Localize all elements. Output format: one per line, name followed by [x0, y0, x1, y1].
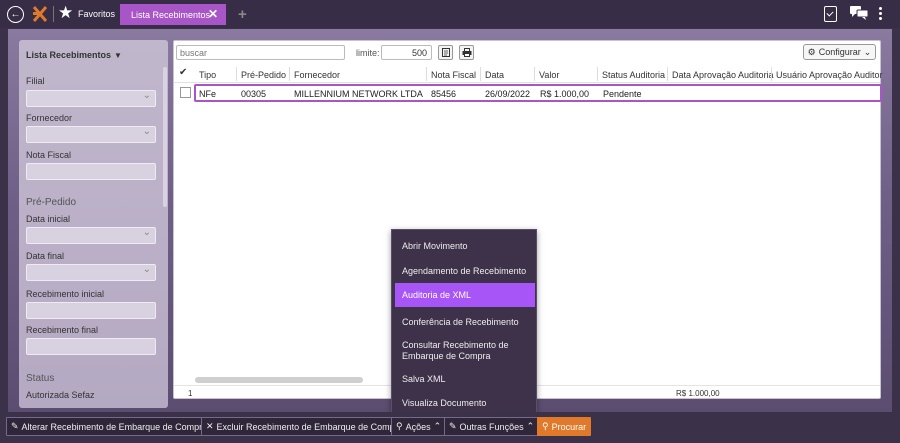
favorites-star-icon[interactable]: ★ — [58, 4, 73, 21]
nota-fiscal-input[interactable] — [26, 163, 156, 180]
valor-total: R$ 1.000,00 — [676, 389, 720, 398]
menu-item-abrir-movimento[interactable]: Abrir Movimento — [395, 235, 535, 257]
col-separator — [534, 67, 535, 81]
chevron-up-icon: ⌃ — [526, 421, 535, 431]
menu-item-agendamento[interactable]: Agendamento de Recebimento — [395, 260, 535, 282]
sidebar-title[interactable]: Lista Recebimentos ▼ — [26, 50, 122, 60]
filial-select[interactable] — [26, 90, 156, 107]
col-data-aprovacao[interactable]: Data Aprovação Auditoria — [672, 70, 774, 80]
filter-sidebar: Lista Recebimentos▼ Filial Fornecedor No… — [19, 40, 168, 408]
data-final-select[interactable] — [26, 264, 156, 281]
export-pdf-button[interactable] — [438, 45, 453, 60]
cell-status: Pendente — [603, 89, 642, 99]
lightbulb-icon: ⚲ — [396, 421, 403, 431]
favorites-menu[interactable]: Favoritos — [78, 9, 115, 19]
clipboard-check-icon[interactable] — [824, 6, 837, 22]
menu-item-consultar-recebimento[interactable]: Consultar Recebimento de Embarque de Com… — [395, 337, 535, 365]
top-separator — [53, 6, 54, 22]
chevron-down-icon: ⌄ — [863, 46, 872, 57]
limit-input[interactable] — [381, 45, 432, 60]
app-logo-icon — [32, 6, 48, 22]
data-final-label: Data final — [26, 251, 65, 261]
col-separator — [480, 67, 481, 81]
back-arrow-icon[interactable]: ← — [7, 6, 24, 23]
tab-close-icon[interactable]: ✕ — [208, 7, 218, 21]
printer-icon — [462, 48, 471, 57]
col-status-auditoria[interactable]: Status Auditoria — [602, 70, 665, 80]
select-all-check-icon[interactable]: ✔ — [179, 67, 187, 78]
col-separator — [667, 67, 668, 81]
sidebar-scrollbar[interactable] — [163, 67, 167, 207]
fornecedor-select[interactable] — [26, 126, 156, 143]
limit-label: limite: — [356, 48, 380, 58]
excluir-recebimento-button[interactable]: ✕ Excluir Recebimento de Embarque de Com… — [201, 417, 408, 436]
edit-icon: ✎ — [11, 421, 19, 431]
cell-tipo: NFe — [199, 89, 217, 99]
col-separator — [771, 67, 772, 81]
recebimento-inicial-input[interactable] — [26, 302, 156, 319]
col-separator — [426, 67, 427, 81]
chevron-down-icon: ▼ — [114, 51, 122, 60]
procurar-button[interactable]: ⚲ Procurar — [537, 417, 592, 436]
col-separator — [236, 67, 237, 81]
search-input[interactable] — [176, 45, 345, 60]
row-count: 1 — [188, 389, 193, 398]
more-options-icon[interactable] — [878, 5, 882, 23]
col-data[interactable]: Data — [485, 70, 504, 80]
col-usuario-aprovacao[interactable]: Usuário Aprovação Auditor — [776, 70, 883, 80]
status-value[interactable]: Autorizada Sefaz — [26, 390, 95, 400]
col-fornecedor[interactable]: Fornecedor — [294, 70, 340, 80]
row-checkbox[interactable] — [180, 87, 191, 98]
data-inicial-select[interactable] — [26, 227, 156, 244]
filial-label: Filial — [26, 76, 45, 86]
menu-item-conferencia[interactable]: Conferência de Recebimento — [395, 311, 535, 333]
alterar-recebimento-button[interactable]: ✎ Alterar Recebimento de Embarque de Com… — [6, 417, 213, 436]
col-pre-pedido[interactable]: Pré-Pedido — [241, 70, 286, 80]
header-divider — [174, 82, 880, 83]
print-button[interactable] — [459, 45, 474, 60]
acoes-menu: Abrir Movimento Agendamento de Recebimen… — [391, 229, 537, 415]
col-valor[interactable]: Valor — [539, 70, 559, 80]
gear-icon: ⚙ — [807, 46, 816, 57]
configurar-button[interactable]: ⚙ Configurar ⌄ — [803, 44, 876, 60]
chat-icon[interactable] — [850, 6, 868, 20]
cell-fornecedor: MILLENNIUM NETWORK LTDA — [294, 89, 423, 99]
nota-fiscal-label: Nota Fiscal — [26, 150, 72, 160]
menu-item-visualiza-documento[interactable]: Visualiza Documento — [395, 392, 535, 414]
tab-label: Lista Recebimentos — [131, 9, 211, 20]
col-tipo[interactable]: Tipo — [199, 70, 216, 80]
pre-pedido-section: Pré-Pedido — [26, 197, 77, 208]
recebimento-final-input[interactable] — [26, 338, 156, 355]
edit-icon: ✎ — [449, 421, 457, 431]
cell-pre-pedido: 00305 — [241, 89, 267, 99]
cell-data: 26/09/2022 — [485, 89, 531, 99]
add-tab-icon[interactable]: + — [238, 7, 247, 22]
fornecedor-label: Fornecedor — [26, 113, 73, 123]
menu-item-auditoria-xml[interactable]: Auditoria de XML — [395, 283, 535, 307]
recebimento-inicial-label: Recebimento inicial — [26, 289, 105, 299]
close-icon: ✕ — [206, 421, 214, 431]
tab-lista-recebimentos[interactable]: Lista Recebimentos ✕ — [120, 4, 226, 25]
outras-funcoes-button[interactable]: ✎ Outras Funções ⌃ — [444, 417, 540, 436]
horizontal-scrollbar[interactable] — [195, 377, 363, 383]
data-inicial-label: Data inicial — [26, 214, 71, 224]
document-icon — [441, 48, 450, 57]
search-icon: ⚲ — [542, 421, 549, 431]
cell-nota-fiscal: 85456 — [431, 89, 457, 99]
recebimento-final-label: Recebimento final — [26, 325, 99, 335]
chevron-up-icon: ⌃ — [433, 421, 442, 431]
cell-valor: R$ 1.000,00 — [540, 89, 590, 99]
acoes-button[interactable]: ⚲ Ações ⌃ — [391, 417, 447, 436]
col-separator — [597, 67, 598, 81]
menu-item-salva-xml[interactable]: Salva XML — [395, 368, 535, 390]
col-nota-fiscal[interactable]: Nota Fiscal — [431, 70, 476, 80]
col-separator — [289, 67, 290, 81]
status-section: Status — [26, 373, 55, 384]
